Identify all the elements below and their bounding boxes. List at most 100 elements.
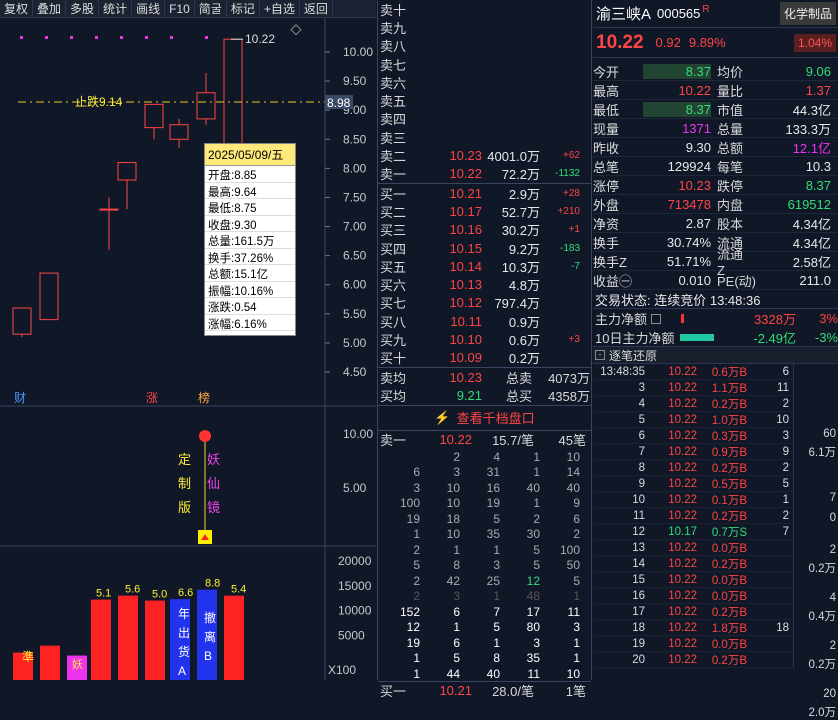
toolbar-button-7[interactable]: 标记 (227, 0, 260, 17)
q-row: 2 3 1 48 1 (378, 588, 591, 604)
candle-body (99, 208, 119, 211)
tick-row[interactable]: 18 10.22 1.8万B 18 (593, 620, 793, 636)
toolbar-button-1[interactable]: 叠加 (33, 0, 67, 17)
book-row[interactable]: 买二 10.17 52.7万 +210 (378, 202, 591, 220)
tick-row[interactable]: 11 10.22 0.2万B 2 (593, 508, 793, 524)
stat-value2: 44.3亿 (792, 102, 831, 118)
tick-row[interactable]: 14 10.22 0.2万B (593, 556, 793, 572)
tick-row[interactable]: 19 10.22 0.0万B (593, 636, 793, 652)
tick-row[interactable]: 9 10.22 0.5万B 5 (593, 476, 793, 492)
tooltip-row: 最低:8.75 (205, 199, 295, 216)
book-row[interactable]: 买一 10.21 2.9万 +28 (378, 184, 591, 202)
q-cell: 6 (573, 511, 580, 526)
book-level: 买八 (380, 314, 407, 330)
sector-button[interactable]: 化学制品 (779, 2, 836, 25)
stat-label2: 每笔 (717, 159, 744, 175)
event-marker[interactable]: 涨 (146, 390, 158, 405)
stat-value2: 133.3万 (785, 121, 831, 137)
tick-price: 10.22 (668, 541, 697, 554)
toolbar-button-2[interactable]: 多股 (66, 0, 100, 17)
book-level: 卖四 (380, 112, 407, 128)
qiandang-button[interactable]: ⚡ 查看千档盘口 (378, 406, 591, 430)
tick-row[interactable]: 15 10.22 0.0万B (593, 572, 793, 588)
tick-volume: 0.0万B (711, 542, 747, 555)
q-cell: 44 (446, 666, 460, 681)
tick-price: 10.22 (668, 477, 697, 490)
book-price: 10.17 (449, 203, 482, 219)
tick-row[interactable]: 16 10.22 0.0万B (593, 588, 793, 604)
tick-row[interactable]: 4 10.22 0.2万B 2 (593, 396, 793, 412)
tooltip-row: 最高:9.64 (205, 183, 295, 199)
q-cell: 11 (527, 666, 540, 681)
book-row[interactable]: 买六 10.13 4.8万 (378, 275, 591, 293)
book-row[interactable]: 买五 10.14 10.3万 -7 (378, 257, 591, 275)
tick-row[interactable]: 17 10.22 0.2万B (593, 604, 793, 620)
toolbar-button-8[interactable]: +自选 (260, 0, 300, 17)
toolbar-button-0[interactable]: 复权 (0, 0, 34, 17)
stat-value2: 4.34亿 (792, 235, 831, 251)
tick-row[interactable]: 12 10.17 0.7万S 7 (593, 524, 793, 540)
book-volume: 52.7万 (501, 204, 540, 220)
book-change: +210 (557, 205, 580, 217)
tick-volume: 0.0万B (711, 590, 747, 603)
stock-name: 渝三峡A (596, 6, 652, 23)
tick-row[interactable]: 13 10.22 0.0万B (593, 540, 793, 556)
event-marker[interactable]: 榜 (198, 390, 210, 405)
stat-label: 今开 (593, 64, 620, 80)
diamond-icon[interactable] (290, 24, 302, 36)
book-row[interactable]: 买十 10.09 0.2万 (378, 349, 591, 367)
bar-text-char: 年 (178, 607, 190, 621)
toolbar-button-6[interactable]: 简굴 (195, 0, 227, 17)
tick-list[interactable]: 13:48:35 10.22 0.6万B 6 3 10.22 1.1万B 11 4 10.22 0.… (593, 364, 793, 668)
book-row[interactable]: 买四 10.15 9.2万 -183 (378, 239, 591, 257)
book-row[interactable]: 买九 10.10 0.6万 +3 (378, 330, 591, 348)
book-volume: 4.8万 (508, 278, 540, 294)
kline-chart[interactable]: 10.00 9.50 9.00 8.50 8.00 7.50 7.00 6.50 6.00 5.5… (0, 18, 376, 680)
tick-row[interactable]: 20 10.22 0.2万B (593, 652, 793, 668)
tick-price: 10.22 (668, 381, 697, 394)
tick-time: 6 (638, 429, 645, 442)
q-cell: 10 (446, 480, 460, 495)
q-ratio: 28.0/笔 (492, 684, 534, 700)
tick-time: 17 (632, 605, 645, 618)
toolbar-button-3[interactable]: 统计 (99, 0, 133, 17)
bar-text-char: A (178, 664, 186, 678)
tick-row[interactable]: 8 10.22 0.2万B 2 (593, 460, 793, 476)
book-volume: 0.6万 (508, 333, 540, 348)
event-marker[interactable]: 财 (14, 391, 26, 405)
q-cell: 100 (399, 496, 420, 511)
stat-row: 净资 2.87 股本 4.34亿 (593, 214, 838, 233)
collapse-icon[interactable]: - (595, 350, 605, 360)
tick-count: 2 (782, 509, 789, 522)
stock-code: 000565 (657, 6, 701, 21)
toolbar-button-9[interactable]: 返回 (300, 0, 333, 17)
tick-row[interactable]: 6 10.22 0.3万B 3 (593, 428, 793, 444)
side-value: 20 (823, 688, 836, 700)
q-cell: 1 (453, 542, 460, 557)
list-icon[interactable] (651, 313, 662, 324)
book-change: -1132 (555, 168, 580, 180)
tick-row[interactable]: 5 10.22 1.0万B 10 (593, 412, 793, 428)
trade-state: 交易状态: 连续竞价 13:48:36 (593, 290, 838, 309)
book-row[interactable]: 买八 10.11 0.9万 (378, 312, 591, 330)
toolbar-button-4[interactable]: 画线 (132, 0, 166, 17)
q-cell: 5 (413, 558, 420, 573)
vol-label: 5.1 (96, 588, 111, 600)
book-row[interactable]: 买七 10.12 797.4万 (378, 294, 591, 312)
toolbar-button-5[interactable]: F10 (165, 0, 195, 17)
candle-body (12, 307, 32, 335)
ind-tick-label: 10.00 (343, 427, 373, 441)
tick-volume: 1.0万B (711, 414, 747, 427)
tick-row[interactable]: 7 10.22 0.9万B 9 (593, 444, 793, 460)
tick-volume: 0.2万B (711, 654, 747, 667)
book-row[interactable]: 买三 10.16 30.2万 +1 (378, 221, 591, 239)
tick-row[interactable]: 10 10.22 0.1万B 1 (593, 492, 793, 508)
book-row[interactable]: 卖一 10.22 72.2万 -1132 (378, 165, 591, 183)
stat-row: 最低 8.37 市值 44.3亿 (593, 100, 838, 119)
q-count: 1笔 (565, 684, 586, 700)
price-tick-label: 8.50 (343, 132, 367, 146)
book-row[interactable]: 卖二 10.23 4001.0万 +62 (378, 146, 591, 164)
tick-row[interactable]: 13:48:35 10.22 0.6万B 6 (593, 364, 793, 380)
tick-price: 10.22 (668, 589, 697, 602)
tick-row[interactable]: 3 10.22 1.1万B 11 (593, 380, 793, 396)
